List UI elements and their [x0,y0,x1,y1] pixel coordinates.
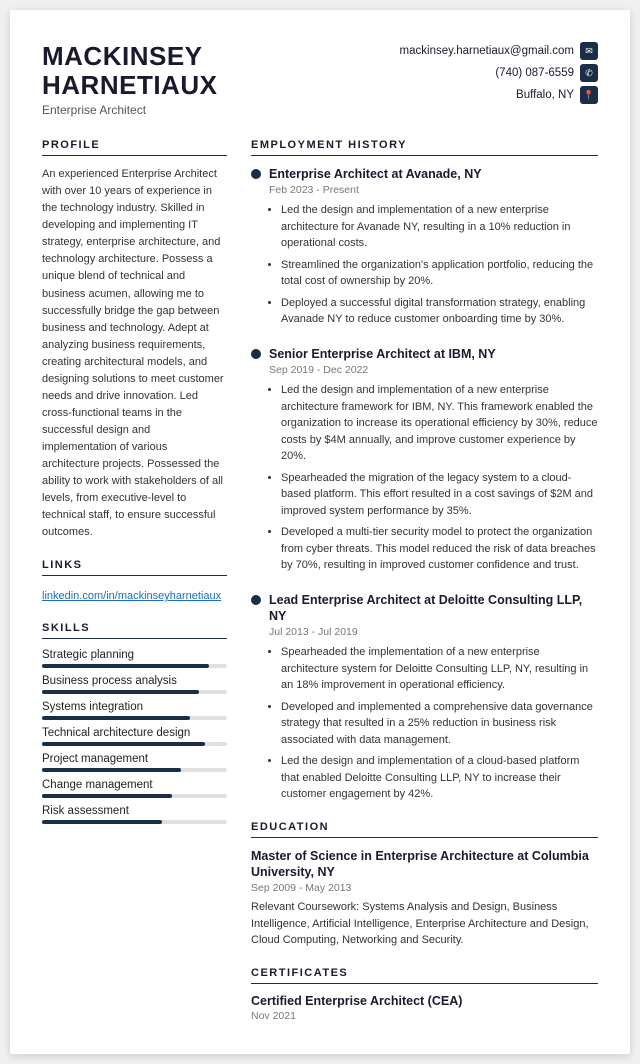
email-row: mackinsey.harnetiaux@gmail.com ✉ [400,42,598,60]
skills-list: Strategic planning Business process anal… [42,649,227,824]
certificates-section-title: CERTIFICATES [251,967,598,984]
bullet-item: Spearheaded the migration of the legacy … [281,470,598,520]
skill-bar-fill [42,742,205,746]
job-header: Enterprise Architect at Avanade, NY [251,166,598,182]
phone-icon: ✆ [580,64,598,82]
job-header: Lead Enterprise Architect at Deloitte Co… [251,592,598,625]
phone-row: (740) 087-6559 ✆ [495,64,598,82]
skill-bar-bg [42,716,227,720]
bullet-item: Led the design and implementation of a n… [281,382,598,465]
cert-title: Certified Enterprise Architect (CEA) [251,994,598,1008]
skill-item: Strategic planning [42,649,227,668]
cert-date: Nov 2021 [251,1010,598,1022]
links-section-title: LINKS [42,559,227,576]
skill-bar-fill [42,794,172,798]
skill-name: Business process analysis [42,675,227,687]
right-column: EMPLOYMENT HISTORY Enterprise Architect … [251,139,598,1022]
content: PROFILE An experienced Enterprise Archit… [42,139,598,1022]
job-dot [251,595,261,605]
edu-dates: Sep 2009 - May 2013 [251,882,598,894]
job-title-text: Enterprise Architect at Avanade, NY [269,166,482,182]
header: MACKINSEY HARNETIAUX Enterprise Architec… [42,42,598,117]
profile-section-title: PROFILE [42,139,227,156]
job-dates: Feb 2023 - Present [269,184,598,196]
education-block: Master of Science in Enterprise Architec… [251,848,598,949]
skill-item: Systems integration [42,701,227,720]
skill-item: Change management [42,779,227,798]
skill-name: Change management [42,779,227,791]
skill-bar-fill [42,768,181,772]
skill-bar-bg [42,664,227,668]
bullet-item: Led the design and implementation of a c… [281,753,598,803]
skill-bar-fill [42,690,199,694]
degree-title: Master of Science in Enterprise Architec… [251,848,598,881]
job-dates: Jul 2013 - Jul 2019 [269,626,598,638]
profile-text: An experienced Enterprise Architect with… [42,166,227,541]
job-entry: Lead Enterprise Architect at Deloitte Co… [251,592,598,803]
skill-name: Strategic planning [42,649,227,661]
bullet-item: Streamlined the organization's applicati… [281,257,598,290]
bullet-item: Developed and implemented a comprehensiv… [281,699,598,749]
job-dot [251,349,261,359]
location-icon: 📍 [580,86,598,104]
bullet-item: Spearheaded the implementation of a new … [281,644,598,694]
bullet-item: Deployed a successful digital transforma… [281,295,598,328]
resume-container: MACKINSEY HARNETIAUX Enterprise Architec… [10,10,630,1054]
full-name: MACKINSEY HARNETIAUX [42,42,217,99]
skills-section-title: SKILLS [42,622,227,639]
skill-name: Systems integration [42,701,227,713]
education-section-title: EDUCATION [251,821,598,838]
phone-text: (740) 087-6559 [495,67,574,79]
job-bullets: Led the design and implementation of a n… [269,382,598,574]
job-title-text: Lead Enterprise Architect at Deloitte Co… [269,592,598,625]
skill-bar-fill [42,820,162,824]
job-dot [251,169,261,179]
skill-bar-bg [42,820,227,824]
certificate-entry: Certified Enterprise Architect (CEA) Nov… [251,994,598,1022]
employment-section-title: EMPLOYMENT HISTORY [251,139,598,156]
skill-bar-bg [42,742,227,746]
left-column: PROFILE An experienced Enterprise Archit… [42,139,227,1022]
job-title-text: Senior Enterprise Architect at IBM, NY [269,346,496,362]
job-header: Senior Enterprise Architect at IBM, NY [251,346,598,362]
job-entry: Senior Enterprise Architect at IBM, NY S… [251,346,598,574]
skill-bar-bg [42,690,227,694]
certificates-list: Certified Enterprise Architect (CEA) Nov… [251,994,598,1022]
skill-bar-bg [42,768,227,772]
skill-item: Technical architecture design [42,727,227,746]
location-text: Buffalo, NY [516,89,574,101]
email-icon: ✉ [580,42,598,60]
skill-name: Risk assessment [42,805,227,817]
skill-name: Technical architecture design [42,727,227,739]
header-right: mackinsey.harnetiaux@gmail.com ✉ (740) 0… [400,42,598,104]
bullet-item: Developed a multi-tier security model to… [281,524,598,574]
email-text: mackinsey.harnetiaux@gmail.com [400,45,574,57]
skill-item: Risk assessment [42,805,227,824]
job-bullets: Spearheaded the implementation of a new … [269,644,598,803]
skill-item: Business process analysis [42,675,227,694]
job-title: Enterprise Architect [42,103,217,117]
job-bullets: Led the design and implementation of a n… [269,202,598,328]
location-row: Buffalo, NY 📍 [516,86,598,104]
skill-bar-bg [42,794,227,798]
skill-bar-fill [42,664,209,668]
job-entry: Enterprise Architect at Avanade, NY Feb … [251,166,598,328]
job-dates: Sep 2019 - Dec 2022 [269,364,598,376]
header-left: MACKINSEY HARNETIAUX Enterprise Architec… [42,42,217,117]
linkedin-link[interactable]: linkedin.com/in/mackinseyharnetiaux [42,590,221,602]
skill-bar-fill [42,716,190,720]
coursework-text: Relevant Coursework: Systems Analysis an… [251,899,598,949]
jobs-list: Enterprise Architect at Avanade, NY Feb … [251,166,598,803]
skill-item: Project management [42,753,227,772]
skill-name: Project management [42,753,227,765]
bullet-item: Led the design and implementation of a n… [281,202,598,252]
